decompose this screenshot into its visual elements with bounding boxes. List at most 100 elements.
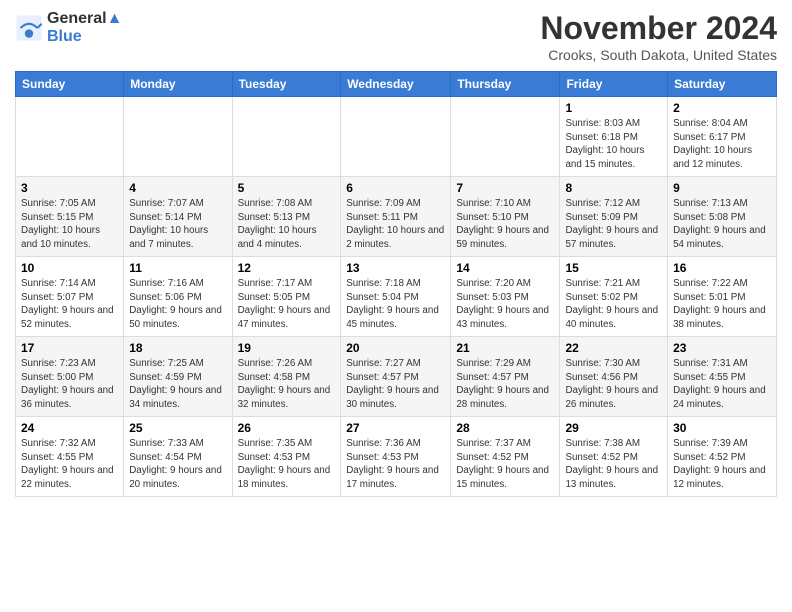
day-number: 18 bbox=[129, 341, 226, 355]
day-info: Sunrise: 7:22 AM Sunset: 5:01 PM Dayligh… bbox=[673, 277, 771, 332]
calendar-cell: 16 Sunrise: 7:22 AM Sunset: 5:01 PM Dayli… bbox=[668, 257, 777, 337]
day-info: Sunrise: 7:39 AM Sunset: 4:52 PM Dayligh… bbox=[673, 437, 771, 492]
day-info: Sunrise: 7:38 AM Sunset: 4:52 PM Dayligh… bbox=[565, 437, 662, 492]
logo-text: General▲ Blue bbox=[47, 10, 122, 45]
day-number: 25 bbox=[129, 421, 226, 435]
day-number: 26 bbox=[238, 421, 336, 435]
calendar-cell: 30 Sunrise: 7:39 AM Sunset: 4:52 PM Dayli… bbox=[668, 417, 777, 497]
calendar-cell bbox=[341, 97, 451, 177]
page: General▲ Blue November 2024 Crooks, Sout… bbox=[0, 0, 792, 502]
calendar-cell: 14Sunrise: 7:20 AM Sunset: 5:03 PM Dayli… bbox=[451, 257, 560, 337]
calendar-header-row: SundayMondayTuesdayWednesdayThursdayFrid… bbox=[16, 72, 777, 97]
calendar-cell bbox=[232, 97, 341, 177]
calendar-cell: 29 Sunrise: 7:38 AM Sunset: 4:52 PM Dayli… bbox=[560, 417, 668, 497]
day-number: 21 bbox=[456, 341, 554, 355]
calendar-cell: 27Sunrise: 7:36 AM Sunset: 4:53 PM Dayli… bbox=[341, 417, 451, 497]
day-number: 22 bbox=[565, 341, 662, 355]
calendar-week-row: 10 Sunrise: 7:14 AM Sunset: 5:07 PM Dayli… bbox=[16, 257, 777, 337]
calendar-cell: 26 Sunrise: 7:35 AM Sunset: 4:53 PM Dayli… bbox=[232, 417, 341, 497]
calendar-cell: 18 Sunrise: 7:25 AM Sunset: 4:59 PM Dayli… bbox=[124, 337, 232, 417]
day-info: Sunrise: 7:32 AM Sunset: 4:55 PM Dayligh… bbox=[21, 437, 118, 492]
day-number: 15 bbox=[565, 261, 662, 275]
day-info: Sunrise: 7:14 AM Sunset: 5:07 PM Dayligh… bbox=[21, 277, 118, 332]
day-number: 9 bbox=[673, 181, 771, 195]
calendar-cell: 10 Sunrise: 7:14 AM Sunset: 5:07 PM Dayli… bbox=[16, 257, 124, 337]
calendar-cell bbox=[16, 97, 124, 177]
day-number: 28 bbox=[456, 421, 554, 435]
calendar-cell: 6 Sunrise: 7:09 AM Sunset: 5:11 PM Daylig… bbox=[341, 177, 451, 257]
day-info: Sunrise: 7:07 AM Sunset: 5:14 PM Dayligh… bbox=[129, 197, 226, 252]
weekday-header-monday: Monday bbox=[124, 72, 232, 97]
day-number: 2 bbox=[673, 101, 771, 115]
calendar-cell: 22 Sunrise: 7:30 AM Sunset: 4:56 PM Dayli… bbox=[560, 337, 668, 417]
day-info: Sunrise: 7:10 AM Sunset: 5:10 PM Dayligh… bbox=[456, 197, 554, 252]
day-number: 24 bbox=[21, 421, 118, 435]
calendar-cell: 25Sunrise: 7:33 AM Sunset: 4:54 PM Dayli… bbox=[124, 417, 232, 497]
calendar-cell: 17 Sunrise: 7:23 AM Sunset: 5:00 PM Dayli… bbox=[16, 337, 124, 417]
header: General▲ Blue November 2024 Crooks, Sout… bbox=[15, 10, 777, 63]
calendar-week-row: 17 Sunrise: 7:23 AM Sunset: 5:00 PM Dayli… bbox=[16, 337, 777, 417]
day-info: Sunrise: 7:12 AM Sunset: 5:09 PM Dayligh… bbox=[565, 197, 662, 252]
day-number: 20 bbox=[346, 341, 445, 355]
calendar-cell: 21 Sunrise: 7:29 AM Sunset: 4:57 PM Dayli… bbox=[451, 337, 560, 417]
calendar: SundayMondayTuesdayWednesdayThursdayFrid… bbox=[15, 71, 777, 497]
day-number: 30 bbox=[673, 421, 771, 435]
day-info: Sunrise: 7:25 AM Sunset: 4:59 PM Dayligh… bbox=[129, 357, 226, 412]
calendar-cell: 9 Sunrise: 7:13 AM Sunset: 5:08 PM Daylig… bbox=[668, 177, 777, 257]
day-number: 29 bbox=[565, 421, 662, 435]
day-info: Sunrise: 7:26 AM Sunset: 4:58 PM Dayligh… bbox=[238, 357, 336, 412]
day-number: 19 bbox=[238, 341, 336, 355]
calendar-cell: 2Sunrise: 8:04 AM Sunset: 6:17 PM Daylig… bbox=[668, 97, 777, 177]
calendar-cell: 3Sunrise: 7:05 AM Sunset: 5:15 PM Daylig… bbox=[16, 177, 124, 257]
day-info: Sunrise: 7:35 AM Sunset: 4:53 PM Dayligh… bbox=[238, 437, 336, 492]
day-number: 17 bbox=[21, 341, 118, 355]
day-info: Sunrise: 7:23 AM Sunset: 5:00 PM Dayligh… bbox=[21, 357, 118, 412]
day-info: Sunrise: 8:03 AM Sunset: 6:18 PM Dayligh… bbox=[565, 117, 662, 172]
day-number: 23 bbox=[673, 341, 771, 355]
day-number: 8 bbox=[565, 181, 662, 195]
calendar-cell: 13Sunrise: 7:18 AM Sunset: 5:04 PM Dayli… bbox=[341, 257, 451, 337]
day-number: 16 bbox=[673, 261, 771, 275]
day-number: 1 bbox=[565, 101, 662, 115]
calendar-cell: 15Sunrise: 7:21 AM Sunset: 5:02 PM Dayli… bbox=[560, 257, 668, 337]
calendar-cell: 20 Sunrise: 7:27 AM Sunset: 4:57 PM Dayli… bbox=[341, 337, 451, 417]
logo-icon bbox=[15, 14, 43, 42]
month-title: November 2024 bbox=[540, 10, 777, 47]
day-number: 12 bbox=[238, 261, 336, 275]
weekday-header-friday: Friday bbox=[560, 72, 668, 97]
calendar-cell: 4Sunrise: 7:07 AM Sunset: 5:14 PM Daylig… bbox=[124, 177, 232, 257]
day-info: Sunrise: 7:27 AM Sunset: 4:57 PM Dayligh… bbox=[346, 357, 445, 412]
day-info: Sunrise: 7:29 AM Sunset: 4:57 PM Dayligh… bbox=[456, 357, 554, 412]
title-area: November 2024 Crooks, South Dakota, Unit… bbox=[540, 10, 777, 63]
day-number: 14 bbox=[456, 261, 554, 275]
weekday-header-tuesday: Tuesday bbox=[232, 72, 341, 97]
calendar-cell: 7Sunrise: 7:10 AM Sunset: 5:10 PM Daylig… bbox=[451, 177, 560, 257]
calendar-cell: 12Sunrise: 7:17 AM Sunset: 5:05 PM Dayli… bbox=[232, 257, 341, 337]
day-number: 11 bbox=[129, 261, 226, 275]
calendar-cell: 5 Sunrise: 7:08 AM Sunset: 5:13 PM Daylig… bbox=[232, 177, 341, 257]
weekday-header-wednesday: Wednesday bbox=[341, 72, 451, 97]
day-info: Sunrise: 7:08 AM Sunset: 5:13 PM Dayligh… bbox=[238, 197, 336, 252]
day-number: 3 bbox=[21, 181, 118, 195]
day-number: 10 bbox=[21, 261, 118, 275]
calendar-cell: 1 Sunrise: 8:03 AM Sunset: 6:18 PM Daylig… bbox=[560, 97, 668, 177]
weekday-header-sunday: Sunday bbox=[16, 72, 124, 97]
day-info: Sunrise: 7:30 AM Sunset: 4:56 PM Dayligh… bbox=[565, 357, 662, 412]
calendar-cell: 23 Sunrise: 7:31 AM Sunset: 4:55 PM Dayli… bbox=[668, 337, 777, 417]
day-info: Sunrise: 7:16 AM Sunset: 5:06 PM Dayligh… bbox=[129, 277, 226, 332]
calendar-cell bbox=[124, 97, 232, 177]
day-info: Sunrise: 7:36 AM Sunset: 4:53 PM Dayligh… bbox=[346, 437, 445, 492]
weekday-header-saturday: Saturday bbox=[668, 72, 777, 97]
calendar-cell bbox=[451, 97, 560, 177]
day-info: Sunrise: 7:09 AM Sunset: 5:11 PM Dayligh… bbox=[346, 197, 445, 252]
logo: General▲ Blue bbox=[15, 10, 122, 45]
day-number: 6 bbox=[346, 181, 445, 195]
calendar-week-row: 3Sunrise: 7:05 AM Sunset: 5:15 PM Daylig… bbox=[16, 177, 777, 257]
day-number: 13 bbox=[346, 261, 445, 275]
day-info: Sunrise: 7:13 AM Sunset: 5:08 PM Dayligh… bbox=[673, 197, 771, 252]
day-info: Sunrise: 7:31 AM Sunset: 4:55 PM Dayligh… bbox=[673, 357, 771, 412]
calendar-cell: 24 Sunrise: 7:32 AM Sunset: 4:55 PM Dayli… bbox=[16, 417, 124, 497]
day-number: 5 bbox=[238, 181, 336, 195]
day-info: Sunrise: 7:37 AM Sunset: 4:52 PM Dayligh… bbox=[456, 437, 554, 492]
location: Crooks, South Dakota, United States bbox=[540, 47, 777, 63]
